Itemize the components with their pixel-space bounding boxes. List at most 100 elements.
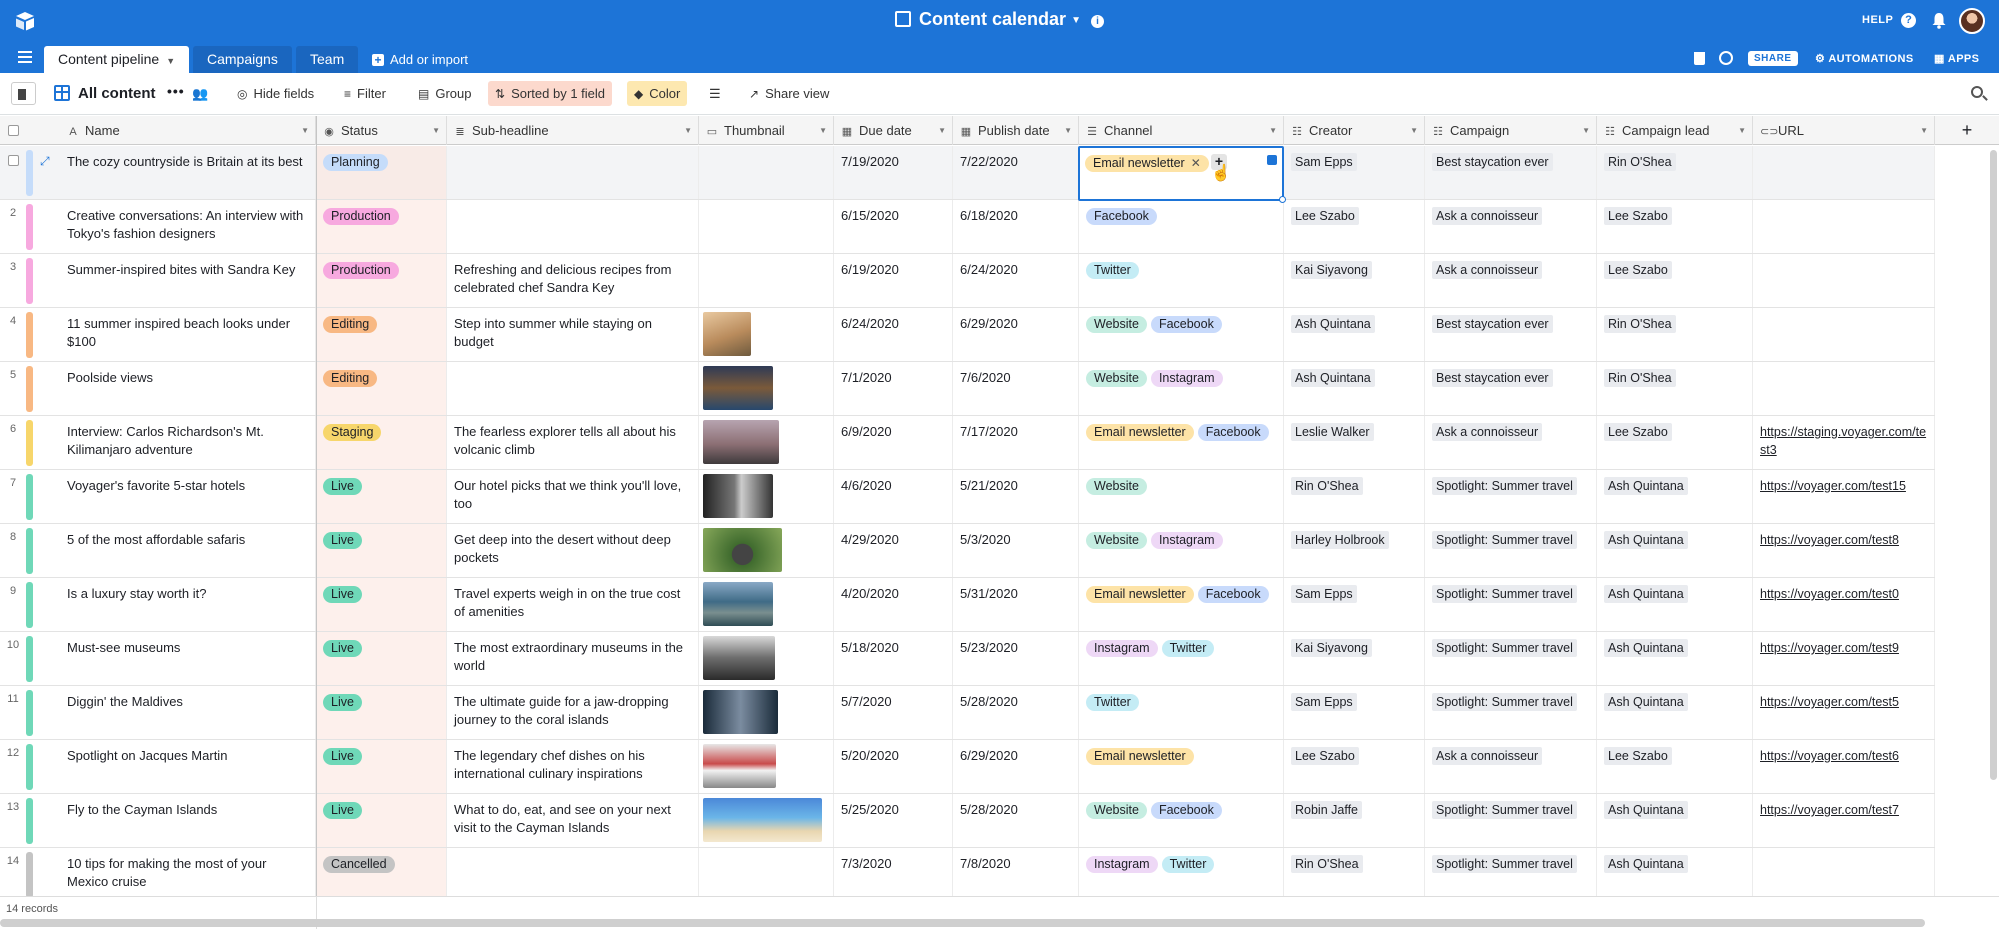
cell-url[interactable] [1753, 308, 1935, 361]
linked-record-chip[interactable]: Lee Szabo [1604, 207, 1672, 225]
cell-creator[interactable]: Ash Quintana [1284, 308, 1425, 361]
chevron-down-icon[interactable]: ▼ [1410, 116, 1418, 145]
column-header-thumbnail[interactable]: ▭ Thumbnail ▼ [699, 116, 834, 145]
cell-channels[interactable]: Website Facebook [1079, 308, 1284, 361]
cell-sub[interactable]: What to do, eat, and see on your next vi… [447, 794, 699, 847]
view-name[interactable]: All content [78, 85, 156, 102]
cell-publish[interactable]: 7/8/2020 [953, 848, 1079, 901]
cell-due[interactable]: 7/1/2020 [834, 362, 953, 415]
linked-record-chip[interactable]: Robin Jaffe [1291, 801, 1363, 819]
cell-creator[interactable]: Kai Siyavong [1284, 632, 1425, 685]
cell-publish[interactable]: 5/31/2020 [953, 578, 1079, 631]
cell-thumb[interactable] [699, 686, 834, 739]
info-icon[interactable]: i [1090, 15, 1104, 28]
cell-due[interactable]: 5/7/2020 [834, 686, 953, 739]
cell-sub[interactable] [447, 848, 699, 901]
table-row[interactable]: 5 Poolside views Editing 7/1/2020 7/6/2020 We… [0, 362, 1935, 416]
cell-channels[interactable]: Website [1079, 470, 1284, 523]
collaborators-icon[interactable]: 👥 [192, 86, 208, 102]
cell-campaign[interactable]: Ask a connoisseur [1425, 254, 1597, 307]
chevron-down-icon[interactable]: ▼ [1064, 116, 1072, 145]
cell-status[interactable]: Live [316, 524, 447, 577]
cell-lead[interactable]: Rin O'Shea [1597, 308, 1753, 361]
column-header-publish-date[interactable]: ▦ Publish date ▼ [953, 116, 1079, 145]
horizontal-scrollbar[interactable] [0, 919, 1925, 927]
cell-lead[interactable]: Ash Quintana [1597, 524, 1753, 577]
apps-button[interactable]: ▦ APPS [1934, 52, 1979, 65]
add-field-button[interactable]: + [1935, 116, 1999, 145]
cell-sub[interactable] [447, 362, 699, 415]
cell-thumb[interactable] [699, 848, 834, 901]
chevron-down-icon[interactable]: ▼ [1920, 116, 1928, 145]
cell-thumb[interactable] [699, 254, 834, 307]
cell-thumb[interactable] [699, 308, 834, 361]
column-header-name[interactable]: A Name ▼ [60, 116, 316, 145]
cell-thumb[interactable] [699, 470, 834, 523]
cell-publish[interactable]: 7/22/2020 [953, 146, 1079, 199]
cell-campaign[interactable]: Spotlight: Summer travel [1425, 524, 1597, 577]
column-header-creator[interactable]: ☷ Creator ▼ [1284, 116, 1425, 145]
column-header-campaign[interactable]: ☷ Campaign ▼ [1425, 116, 1597, 145]
cell-sub[interactable]: The ultimate guide for a jaw-dropping jo… [447, 686, 699, 739]
search-icon[interactable] [1971, 86, 1983, 98]
column-header-due-date[interactable]: ▦ Due date ▼ [834, 116, 953, 145]
linked-record-chip[interactable]: Ash Quintana [1604, 531, 1688, 549]
cell-name[interactable]: Fly to the Cayman Islands [60, 794, 316, 847]
cell-name[interactable]: Poolside views [60, 362, 316, 415]
cell-name[interactable]: Spotlight on Jacques Martin [60, 740, 316, 793]
cell-due[interactable]: 7/19/2020 [834, 146, 953, 199]
table-row[interactable]: 6 Interview: Carlos Richardson's Mt. Kili… [0, 416, 1935, 470]
cell-status[interactable]: Cancelled [316, 848, 447, 901]
linked-record-chip[interactable]: Kai Siyavong [1291, 639, 1372, 657]
table-row[interactable]: 10 Must-see museums Live The most extraordi… [0, 632, 1935, 686]
table-row[interactable]: 4 11 summer inspired beach looks under $1… [0, 308, 1935, 362]
cell-creator[interactable]: Sam Epps [1284, 686, 1425, 739]
chevron-down-icon[interactable]: ▼ [1582, 116, 1590, 145]
cell-channels[interactable]: Email newsletter [1079, 740, 1284, 793]
cell-lead[interactable]: Ash Quintana [1597, 578, 1753, 631]
thumbnail-image[interactable] [703, 528, 782, 572]
cell-lead[interactable]: Lee Szabo [1597, 254, 1753, 307]
linked-record-chip[interactable]: Ash Quintana [1604, 855, 1688, 873]
cell-publish[interactable]: 6/29/2020 [953, 308, 1079, 361]
cell-url[interactable]: https://voyager.com/test6 [1753, 740, 1935, 793]
cell-campaign[interactable]: Ask a connoisseur [1425, 740, 1597, 793]
tab-campaigns[interactable]: Campaigns [193, 46, 292, 73]
thumbnail-image[interactable] [703, 636, 775, 680]
cell-name[interactable]: Interview: Carlos Richardson's Mt. Kilim… [60, 416, 316, 469]
cell-status[interactable]: Production [316, 200, 447, 253]
cell-campaign[interactable]: Ask a connoisseur [1425, 200, 1597, 253]
linked-record-chip[interactable]: Ash Quintana [1604, 585, 1688, 603]
column-header-url[interactable]: ⊂⊃URL ▼ [1753, 116, 1935, 145]
cell-sub[interactable]: Travel experts weigh in on the true cost… [447, 578, 699, 631]
chevron-down-icon[interactable]: ▼ [819, 116, 827, 145]
cell-creator[interactable]: Harley Holbrook [1284, 524, 1425, 577]
cell-campaign[interactable]: Spotlight: Summer travel [1425, 578, 1597, 631]
cell-status[interactable]: Editing [316, 362, 447, 415]
cell-thumb[interactable] [699, 632, 834, 685]
remove-tag-icon[interactable]: ✕ [1191, 155, 1201, 172]
cell-creator[interactable]: Rin O'Shea [1284, 848, 1425, 901]
cell-sub[interactable] [447, 146, 699, 199]
chevron-down-icon[interactable]: ▼ [166, 56, 175, 66]
url-link[interactable]: https://staging.voyager.com/test3 [1760, 425, 1926, 457]
cell-sub[interactable] [447, 200, 699, 253]
linked-record-chip[interactable]: Lee Szabo [1291, 747, 1359, 765]
chevron-down-icon[interactable]: ▼ [1738, 116, 1746, 145]
more-icon[interactable]: ••• [167, 83, 185, 99]
cell-lead[interactable]: Lee Szabo [1597, 200, 1753, 253]
linked-record-chip[interactable]: Rin O'Shea [1604, 315, 1676, 333]
thumbnail-image[interactable] [703, 420, 779, 464]
add-or-import-button[interactable]: + Add or import [372, 52, 468, 67]
chevron-down-icon[interactable]: ▼ [301, 116, 309, 145]
help-link[interactable]: HELP [1862, 14, 1893, 26]
cell-name[interactable]: Summer-inspired bites with Sandra Key [60, 254, 316, 307]
cell-url[interactable]: https://voyager.com/test8 [1753, 524, 1935, 577]
url-link[interactable]: https://voyager.com/test15 [1760, 479, 1906, 493]
linked-record-chip[interactable]: Kai Siyavong [1291, 261, 1372, 279]
cell-due[interactable]: 5/20/2020 [834, 740, 953, 793]
expand-record-icon[interactable]: ⤢ [40, 154, 50, 169]
linked-record-chip[interactable]: Best staycation ever [1432, 369, 1553, 387]
linked-record-chip[interactable]: Harley Holbrook [1291, 531, 1389, 549]
cell-url[interactable]: https://voyager.com/test5 [1753, 686, 1935, 739]
